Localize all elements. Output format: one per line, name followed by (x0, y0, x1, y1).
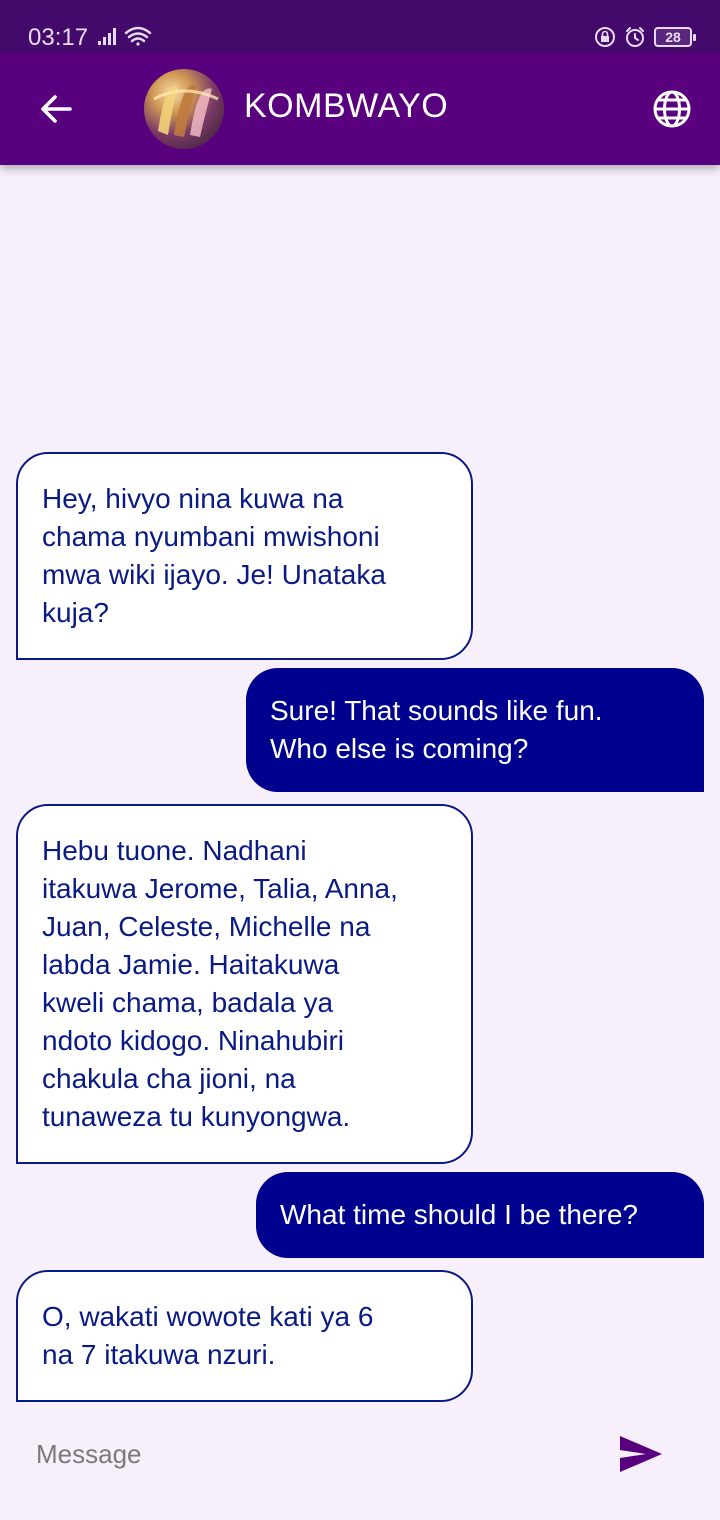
message-bubble-incoming[interactable]: O, wakati wowote kati ya 6 na 7 itakuwa … (16, 1270, 473, 1402)
message-line: Sure! That sounds like fun. (270, 695, 603, 726)
status-right-icons: 28 (594, 25, 696, 49)
message-line: tunaweza tu kunyongwa. (42, 1101, 351, 1132)
arrow-left-icon[interactable] (36, 89, 76, 129)
message-line: Hey, hivyo nina kuwa na (42, 483, 344, 514)
message-line: mwa wiki ijayo. Je! Unataka (42, 559, 386, 590)
app-bar: KOMBWAYO (0, 53, 720, 165)
message-line: na 7 itakuwa nzuri. (42, 1339, 276, 1370)
battery-icon: 28 (654, 27, 696, 47)
message-bubble-incoming[interactable]: Hey, hivyo nina kuwa na chama nyumbani m… (16, 452, 473, 660)
signal-wifi-icons (98, 26, 152, 46)
message-line: Juan, Celeste, Michelle na (42, 911, 371, 942)
message-line: Hebu tuone. Nadhani (42, 835, 307, 866)
message-bubble-outgoing[interactable]: What time should I be there? (256, 1172, 704, 1258)
wifi-icon (124, 26, 152, 46)
message-line: chama nyumbani mwishoni (42, 521, 380, 552)
message-line: chakula cha jioni, na (42, 1063, 296, 1094)
message-line: O, wakati wowote kati ya 6 (42, 1301, 374, 1332)
message-bubble-incoming[interactable]: Hebu tuone. Nadhani itakuwa Jerome, Tali… (16, 804, 473, 1164)
message-line: itakuwa Jerome, Talia, Anna, (42, 873, 398, 904)
message-line: What time should I be there? (280, 1199, 638, 1230)
message-bubble-outgoing[interactable]: Sure! That sounds like fun. Who else is … (246, 668, 704, 792)
globe-icon[interactable] (652, 89, 692, 129)
alarm-icon (626, 27, 644, 47)
message-line: kuja? (42, 597, 109, 628)
lock-rotate-icon (595, 27, 615, 47)
message-input[interactable] (36, 1432, 576, 1476)
message-composer (0, 1410, 720, 1500)
status-time: 03:17 (28, 24, 89, 51)
message-line: Who else is coming? (270, 733, 529, 764)
signal-icon (98, 28, 116, 45)
chat-title: KOMBWAYO (244, 87, 449, 125)
message-line: labda Jamie. Haitakuwa (42, 949, 340, 980)
avatar[interactable] (144, 69, 224, 149)
send-icon[interactable] (616, 1430, 664, 1478)
message-line: ndoto kidogo. Ninahubiri (42, 1025, 344, 1056)
message-line: kweli chama, badala ya (42, 987, 334, 1018)
status-bar: 03:17 28 (0, 0, 720, 53)
avatar-logo-icon (153, 84, 219, 137)
